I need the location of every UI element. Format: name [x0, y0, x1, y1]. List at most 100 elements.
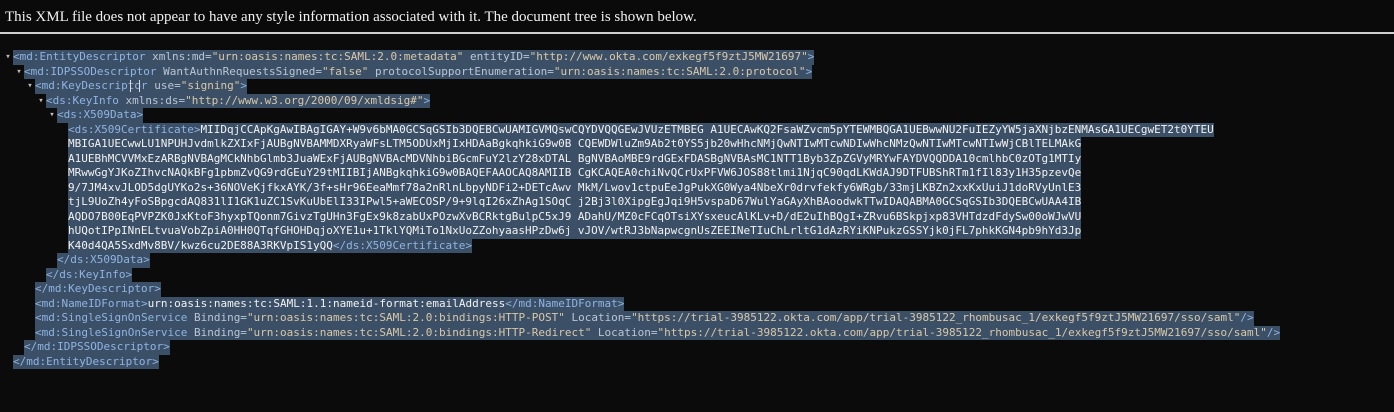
xml-attribute: xmlns:md= — [152, 50, 212, 63]
xml-attribute: use= — [154, 79, 181, 92]
xml-line-content: tjL9UoZh4yFoSBpgcdAQ831lI1GK1uZC1SvKuUbE… — [68, 195, 1082, 210]
xml-tag: </md:KeyDescriptor> — [35, 282, 161, 295]
xml-line[interactable]: MBIGA1UECwwLU1NPUHJvdmlkZXIxFjAUBgNVBAMM… — [3, 137, 1280, 152]
xml-tag: </ds:KeyInfo> — [46, 267, 133, 281]
xml-tag: </md:IDPSSODescriptor> — [24, 340, 170, 353]
xml-line-content: <md:EntityDescriptor xmlns:md="urn:oasis… — [13, 50, 815, 65]
xml-line-content: </md:EntityDescriptor> — [13, 354, 159, 369]
xml-line[interactable]: A1UEBhMCVVMxEzARBgNVBAgMCkNhbGlmb3JuaWEx… — [3, 151, 1280, 166]
xml-attribute-value: "http://www.w3.org/2000/09/xmldsig#" — [185, 93, 424, 107]
xml-tag: > — [423, 93, 431, 107]
xml-tag: <md:EntityDescriptor — [13, 50, 153, 63]
xml-line-content: hUQotIPpINnELtvuaVobZpiA0HH0QTqfGHOHDqjo… — [68, 224, 1082, 239]
xml-attribute-value: "urn:oasis:names:tc:SAML:2.0:metadata" — [211, 50, 464, 63]
xml-line-content: MRwwGgYJKoZIhvcNAQkBFg1pbmZvQG9rdGEuY29t… — [68, 166, 1082, 181]
xml-attribute-value: "https://trial-3985122.okta.com/app/tria… — [657, 325, 1267, 339]
xml-tag: <ds:X509Certificate> — [68, 122, 201, 136]
collapse-toggle-icon[interactable]: ▾ — [47, 108, 57, 123]
xml-text: tjL9UoZh4yFoSBpgcdAQ831lI1GK1uZC1SvKuUbE… — [68, 195, 1082, 208]
xml-attribute-value: "urn:oasis:names:tc:SAML:2.0:bindings:HT… — [246, 325, 592, 339]
xml-style-notice: This XML file does not appear to have an… — [0, 0, 1394, 34]
collapse-toggle-icon[interactable]: ▾ — [14, 65, 24, 80]
xml-text: MBIGA1UECwwLU1NPUHJvdmlkZXIxFjAUBgNVBAMM… — [68, 137, 1082, 150]
xml-text: MIIDqjCCApKgAwIBAgIGAY+W9v6bMA0GCSqGSIb3… — [200, 122, 1214, 136]
xml-tag: > — [805, 64, 813, 78]
collapse-toggle-icon[interactable]: ▾ — [36, 94, 46, 109]
xml-attribute-value: "signing" — [180, 79, 241, 92]
xml-tag: <md:SingleSignOnService — [35, 311, 194, 324]
xml-attribute: protocolSupportEnumeration= — [368, 64, 554, 78]
xml-line[interactable]: </md:IDPSSODescriptor> — [3, 340, 1280, 355]
xml-document-tree[interactable]: ▾ <md:EntityDescriptor xmlns:md="urn:oasi… — [3, 50, 1281, 369]
xml-line-content: <md:SingleSignOnService Binding="urn:oas… — [35, 311, 1254, 326]
xml-tag: </ds:X509Data> — [57, 253, 150, 266]
collapse-toggle-icon[interactable]: ▾ — [25, 79, 35, 94]
xml-text: hUQotIPpINnELtvuaVobZpiA0HH0QTqfGHOHDqjo… — [68, 224, 1082, 237]
collapse-toggle-icon[interactable]: ▾ — [3, 50, 13, 65]
xml-line[interactable]: ▾ <ds:KeyInfo xmlns:ds="http://www.w3.org… — [3, 93, 1280, 109]
xml-line[interactable]: </md:KeyDescriptor> — [3, 282, 1280, 297]
xml-line[interactable]: <md:SingleSignOnService Binding="urn:oas… — [3, 325, 1281, 340]
xml-text: urn:oasis:names:tc:SAML:1.1:nameid-forma… — [147, 296, 506, 310]
xml-text: 9/7JM4xvJLOD5dgUYKo2s+36NOVeKjfkxAYK/3f+… — [68, 180, 1082, 194]
xml-line-content: A1UEBhMCVVMxEzARBgNVBAgMCkNhbGlmb3JuaWEx… — [68, 151, 1082, 166]
xml-attribute: Location= — [591, 325, 658, 339]
xml-line[interactable]: AQDO7B00EqPVPZK0JxKtoF3hyxpTQonm7GivzTgU… — [3, 209, 1280, 224]
xml-line[interactable]: <ds:X509Certificate>MIIDqjCCApKgAwIBAgIG… — [3, 122, 1280, 137]
xml-tag: <ds:KeyInfo — [46, 93, 126, 107]
xml-line-content: <ds:KeyInfo xmlns:ds="http://www.w3.org/… — [46, 93, 431, 108]
xml-tag: <md:NameIDFormat> — [35, 296, 148, 310]
xml-line[interactable]: ▾ <ds:X509Data> — [3, 108, 1280, 123]
xml-line-content: </ds:X509Data> — [57, 253, 150, 268]
xml-attribute: Binding= — [193, 311, 247, 324]
xml-line-content: </md:KeyDescriptor> — [35, 282, 161, 297]
xml-line-content: </md:IDPSSODescriptor> — [24, 340, 170, 355]
xml-line[interactable]: K40d4QA5SxdMv8BV/kwz6cu2DE88A3RKVpIS1yQQ… — [3, 238, 1280, 253]
xml-line-content: <md:KeyDescriptor use="signing"> — [35, 79, 247, 94]
xml-tag: /> — [1266, 325, 1281, 339]
xml-line-content: K40d4QA5SxdMv8BV/kwz6cu2DE88A3RKVpIS1yQQ… — [68, 238, 472, 253]
xml-line[interactable]: tjL9UoZh4yFoSBpgcdAQ831lI1GK1uZC1SvKuUbE… — [3, 195, 1280, 210]
xml-line-content: 9/7JM4xvJLOD5dgUYKo2s+36NOVeKjfkxAYK/3f+… — [68, 180, 1082, 195]
xml-line[interactable]: </ds:X509Data> — [3, 253, 1280, 268]
xml-attribute: xmlns:ds= — [125, 93, 186, 107]
xml-tag: </ds:X509Certificate> — [332, 238, 472, 252]
xml-attribute: WantAuthnRequestsSigned= — [163, 64, 323, 78]
xml-tag: > — [807, 50, 815, 63]
xml-text: AQDO7B00EqPVPZK0JxKtoF3hyxpTQonm7GivzTgU… — [68, 209, 1082, 223]
xml-text: MRwwGgYJKoZIhvcNAQkBFg1pbmZvQG9rdGEuY29t… — [68, 166, 1082, 179]
xml-attribute-value: "false" — [322, 64, 369, 78]
xml-attribute: entityID= — [463, 50, 530, 63]
xml-line-content: <md:IDPSSODescriptor WantAuthnRequestsSi… — [24, 64, 813, 79]
xml-line[interactable]: ▾ <md:IDPSSODescriptor WantAuthnRequestsS… — [3, 64, 1280, 80]
text-cursor-icon — [130, 80, 140, 92]
xml-line-content: <ds:X509Data> — [57, 108, 144, 123]
xml-attribute: Binding= — [193, 325, 247, 339]
xml-attribute-value: "urn:oasis:names:tc:SAML:2.0:protocol" — [553, 64, 806, 78]
xml-line[interactable]: <md:SingleSignOnService Binding="urn:oas… — [3, 311, 1280, 326]
xml-tag: /> — [1240, 311, 1254, 324]
xml-text: K40d4QA5SxdMv8BV/kwz6cu2DE88A3RKVpIS1yQQ — [68, 238, 333, 252]
xml-line[interactable]: <md:NameIDFormat>urn:oasis:names:tc:SAML… — [3, 296, 1280, 311]
xml-tag: <ds:X509Data> — [57, 108, 144, 121]
xml-attribute-value: "http://www.okta.com/exkegf5f9ztJ5MW2169… — [529, 50, 808, 63]
xml-line[interactable]: hUQotIPpINnELtvuaVobZpiA0HH0QTqfGHOHDqjo… — [3, 224, 1280, 239]
xml-line-content: MBIGA1UECwwLU1NPUHJvdmlkZXIxFjAUBgNVBAMM… — [68, 137, 1082, 152]
xml-attribute-value: "urn:oasis:names:tc:SAML:2.0:bindings:HT… — [246, 311, 565, 324]
xml-tag: > — [240, 79, 247, 92]
xml-tag: </md:NameIDFormat> — [505, 296, 625, 310]
xml-attribute: Location= — [564, 311, 632, 324]
xml-line-content: <md:SingleSignOnService Binding="urn:oas… — [35, 325, 1281, 340]
xml-line[interactable]: MRwwGgYJKoZIhvcNAQkBFg1pbmZvQG9rdGEuY29t… — [3, 166, 1280, 181]
xml-line-content: AQDO7B00EqPVPZK0JxKtoF3hyxpTQonm7GivzTgU… — [68, 209, 1082, 224]
xml-tag: <md:SingleSignOnService — [35, 325, 194, 339]
xml-line-content: </ds:KeyInfo> — [46, 267, 133, 282]
xml-line[interactable]: ▾ <md:KeyDescriptor use="signing"> — [3, 79, 1280, 94]
xml-line[interactable]: </ds:KeyInfo> — [3, 267, 1280, 282]
xml-line[interactable]: </md:EntityDescriptor> — [3, 354, 1280, 369]
xml-text: A1UEBhMCVVMxEzARBgNVBAgMCkNhbGlmb3JuaWEx… — [68, 151, 1082, 165]
xml-tag: <md:IDPSSODescriptor — [24, 64, 164, 78]
xml-line-content: <md:NameIDFormat>urn:oasis:names:tc:SAML… — [35, 296, 625, 311]
xml-line[interactable]: ▾ <md:EntityDescriptor xmlns:md="urn:oasi… — [3, 50, 1280, 65]
xml-line[interactable]: 9/7JM4xvJLOD5dgUYKo2s+36NOVeKjfkxAYK/3f+… — [3, 180, 1280, 195]
